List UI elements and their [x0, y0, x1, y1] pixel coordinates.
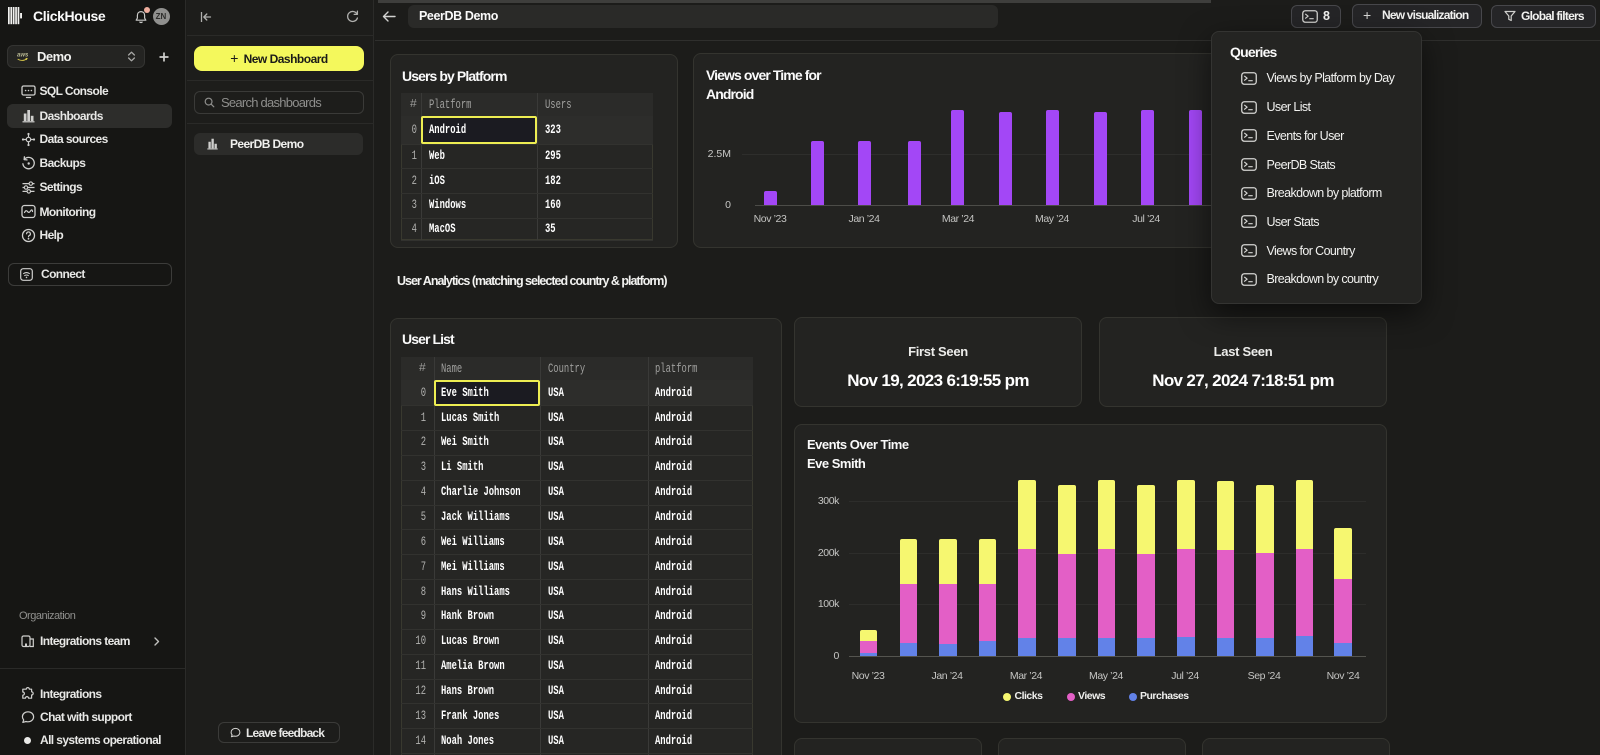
svg-text:aws: aws — [17, 53, 28, 59]
